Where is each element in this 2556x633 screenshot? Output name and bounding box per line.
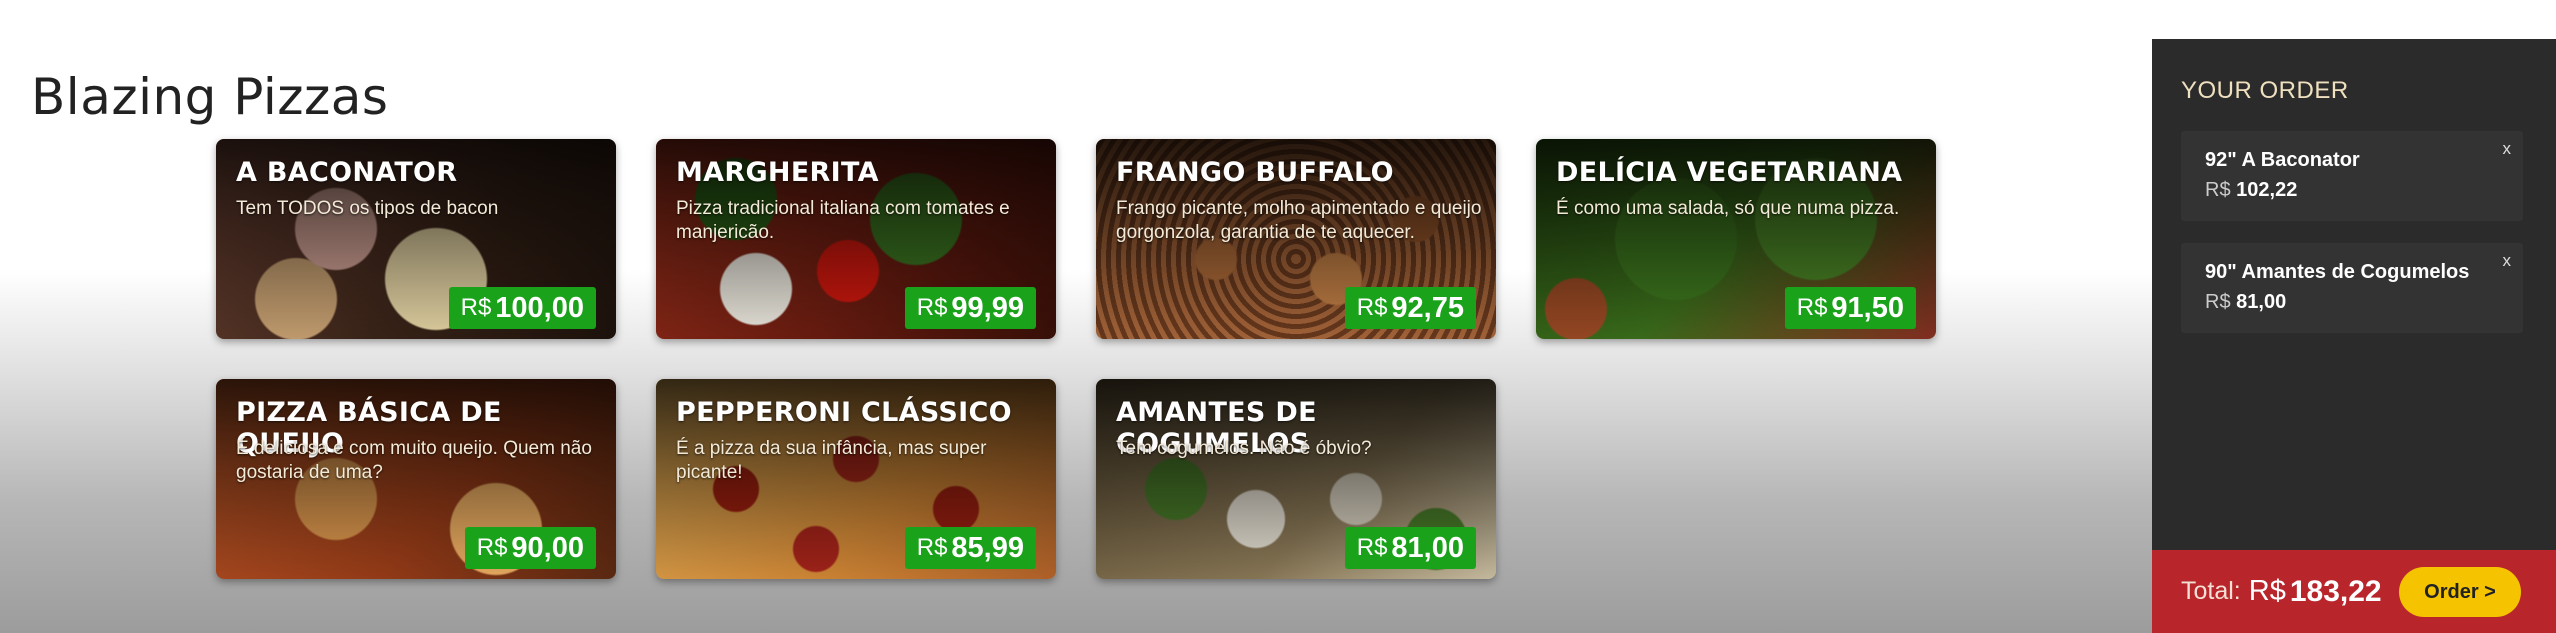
pizza-card-pepperoni-classico[interactable]: PEPPERONI CLÁSSICO É a pizza da sua infâ… bbox=[656, 379, 1056, 579]
pizza-name: MARGHERITA bbox=[676, 157, 879, 188]
remove-item-button[interactable]: x bbox=[2503, 139, 2512, 159]
order-item-name: 90" Amantes de Cogumelos bbox=[2205, 261, 2470, 283]
price-value: 100,00 bbox=[495, 291, 584, 324]
pizza-card-basica-queijo[interactable]: PIZZA BÁSICA DE QUEIJO É deliciosa e com… bbox=[216, 379, 616, 579]
price-currency: R$ bbox=[476, 534, 508, 561]
pizza-description: É deliciosa e com muito queijo. Quem não… bbox=[236, 438, 592, 483]
order-button[interactable]: Order > bbox=[2399, 567, 2521, 617]
price-value: 85,99 bbox=[951, 531, 1024, 564]
order-item-currency: R$ bbox=[2205, 179, 2231, 201]
pizza-description: Tem cogumelos. Não é óbvio? bbox=[1116, 438, 1372, 459]
pizza-grid: A BACONATOR Tem TODOS os tipos de bacon … bbox=[216, 139, 1936, 579]
pizza-price-badge: R$ 81,00 bbox=[1344, 527, 1476, 569]
remove-item-button[interactable]: x bbox=[2503, 251, 2512, 271]
price-currency: R$ bbox=[460, 294, 492, 321]
price-value: 92,75 bbox=[1391, 291, 1464, 324]
order-item: 92" A Baconator R$ 102,22 x bbox=[2181, 131, 2523, 221]
pizza-name: DELÍCIA VEGETARIANA bbox=[1556, 157, 1903, 188]
price-value: 91,50 bbox=[1831, 291, 1904, 324]
price-currency: R$ bbox=[1356, 294, 1388, 321]
order-sidebar: YOUR ORDER 92" A Baconator R$ 102,22 x 9… bbox=[2152, 39, 2556, 633]
order-item-name: 92" A Baconator bbox=[2205, 149, 2360, 171]
pizza-description: Tem TODOS os tipos de bacon bbox=[236, 198, 499, 219]
price-currency: R$ bbox=[916, 294, 948, 321]
pizza-card-margherita[interactable]: MARGHERITA Pizza tradicional italiana co… bbox=[656, 139, 1056, 339]
pizza-price-badge: R$ 91,50 bbox=[1784, 287, 1916, 329]
price-value: 90,00 bbox=[511, 531, 584, 564]
order-heading: YOUR ORDER bbox=[2181, 77, 2349, 104]
pizza-description: É a pizza da sua infância, mas super pic… bbox=[676, 438, 987, 483]
pizza-card-baconator[interactable]: A BACONATOR Tem TODOS os tipos de bacon … bbox=[216, 139, 616, 339]
pizza-description: É como uma salada, só que numa pizza. bbox=[1556, 198, 1900, 219]
price-value: 81,00 bbox=[1391, 531, 1464, 564]
order-item-value: 81,00 bbox=[2236, 291, 2287, 313]
price-currency: R$ bbox=[916, 534, 948, 561]
pizza-price-badge: R$ 92,75 bbox=[1344, 287, 1476, 329]
order-item-currency: R$ bbox=[2205, 291, 2231, 313]
pizza-name: FRANGO BUFFALO bbox=[1116, 157, 1394, 188]
order-total-bar: Total: R$ 183,22 Order > bbox=[2152, 550, 2556, 633]
price-currency: R$ bbox=[1796, 294, 1828, 321]
pizza-card-amantes-cogumelos[interactable]: AMANTES DE COGUMELOS Tem cogumelos. Não … bbox=[1096, 379, 1496, 579]
order-item-price: R$ 81,00 bbox=[2205, 291, 2286, 314]
pizza-description: Frango picante, molho apimentado e queij… bbox=[1116, 198, 1482, 243]
order-item: 90" Amantes de Cogumelos R$ 81,00 x bbox=[2181, 243, 2523, 333]
pizza-name: PEPPERONI CLÁSSICO bbox=[676, 397, 1012, 428]
pizza-price-badge: R$ 99,99 bbox=[904, 287, 1036, 329]
total-label: Total: bbox=[2181, 577, 2241, 605]
pizza-card-delicia-vegetariana[interactable]: DELÍCIA VEGETARIANA É como uma salada, s… bbox=[1536, 139, 1936, 339]
pizza-price-badge: R$ 90,00 bbox=[464, 527, 596, 569]
total-currency: R$ bbox=[2248, 575, 2286, 607]
order-item-value: 102,22 bbox=[2236, 179, 2298, 201]
pizza-price-badge: R$ 85,99 bbox=[904, 527, 1036, 569]
pizza-name: A BACONATOR bbox=[236, 157, 458, 188]
pizza-card-frango-buffalo[interactable]: FRANGO BUFFALO Frango picante, molho api… bbox=[1096, 139, 1496, 339]
total-value: 183,22 bbox=[2289, 574, 2382, 608]
price-value: 99,99 bbox=[951, 291, 1024, 324]
page-title: Blazing Pizzas bbox=[31, 68, 389, 126]
pizza-price-badge: R$ 100,00 bbox=[448, 287, 596, 329]
order-item-price: R$ 102,22 bbox=[2205, 179, 2297, 202]
price-currency: R$ bbox=[1356, 534, 1388, 561]
pizza-description: Pizza tradicional italiana com tomates e… bbox=[676, 198, 1010, 243]
